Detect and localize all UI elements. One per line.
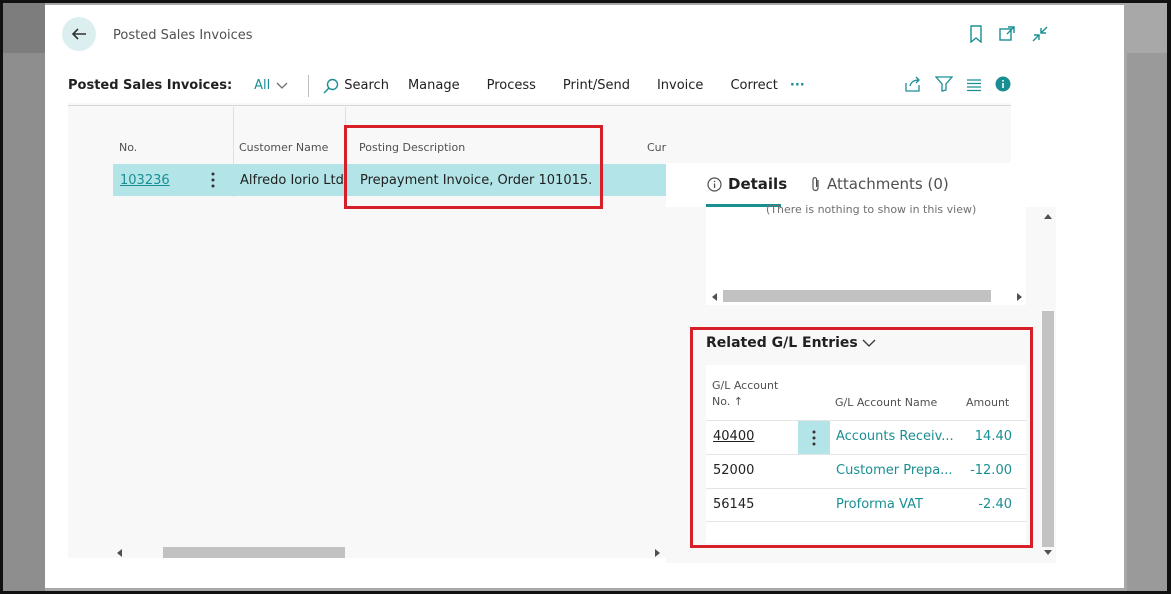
scroll-left-arrow-icon	[117, 549, 122, 557]
page-title: Posted Sales Invoices	[113, 28, 253, 43]
column-header-no[interactable]: No.	[119, 141, 137, 154]
scrollbar-thumb[interactable]	[163, 547, 345, 558]
list-view-button[interactable]	[966, 77, 982, 96]
tab-details[interactable]: Details	[707, 175, 787, 193]
scroll-right-arrow-icon	[655, 549, 660, 557]
open-in-new-window-icon	[999, 26, 1015, 41]
scroll-right-arrow-icon	[1017, 293, 1022, 301]
empty-view-message: (There is nothing to show in this view)	[766, 203, 977, 216]
more-options-button[interactable]: ···	[790, 78, 805, 93]
back-button[interactable]	[62, 17, 96, 51]
info-outline-icon	[707, 176, 722, 192]
vertical-ellipsis-icon	[211, 172, 215, 188]
share-icon	[905, 76, 920, 92]
tab-details-label: Details	[728, 175, 788, 193]
highlight-posting-description	[344, 125, 603, 209]
list-icon	[967, 78, 981, 91]
collapse-button[interactable]	[1031, 25, 1049, 47]
invoice-menu[interactable]: Invoice	[657, 78, 703, 93]
details-horizontal-scrollbar[interactable]	[706, 289, 1026, 303]
scroll-down-arrow-icon	[1044, 550, 1052, 555]
print-send-menu[interactable]: Print/Send	[563, 78, 630, 93]
share-button[interactable]	[904, 76, 922, 96]
invoice-number-link[interactable]: 103236	[120, 173, 170, 188]
bookmark-icon	[970, 25, 982, 44]
open-new-window-button[interactable]	[998, 25, 1016, 47]
process-menu[interactable]: Process	[487, 78, 536, 93]
background-left-lower	[3, 53, 45, 591]
search-button[interactable]: Search	[323, 78, 389, 94]
collapse-icon	[1032, 26, 1048, 42]
paperclip-icon	[812, 177, 819, 192]
scroll-left-arrow-icon	[712, 293, 717, 301]
correct-menu[interactable]: Correct	[730, 78, 777, 93]
scrollbar-thumb[interactable]	[723, 290, 991, 302]
details-panel: (There is nothing to show in this view)	[706, 203, 1026, 305]
view-selector[interactable]: All	[254, 78, 288, 93]
row-actions-button[interactable]	[211, 172, 215, 192]
column-header-currency[interactable]: Cur	[647, 141, 666, 154]
actionbar-divider	[308, 74, 310, 97]
tab-attachments[interactable]: Attachments (0)	[811, 175, 949, 193]
scroll-up-arrow-icon	[1044, 214, 1052, 219]
tab-attachments-label: Attachments (0)	[827, 175, 949, 193]
column-header-customer-name[interactable]: Customer Name	[239, 141, 328, 154]
actionbar-caption: Posted Sales Invoices:	[68, 78, 233, 93]
manage-menu[interactable]: Manage	[408, 78, 460, 93]
action-bar: Posted Sales Invoices: All Search Manage…	[68, 66, 1011, 106]
highlight-related-gl-entries	[690, 327, 1033, 548]
chevron-down-icon	[276, 82, 288, 89]
filter-button[interactable]	[934, 76, 954, 96]
bookmark-button[interactable]	[968, 25, 984, 47]
view-selector-label: All	[254, 78, 271, 93]
info-icon	[995, 76, 1011, 92]
filter-icon	[934, 76, 954, 92]
factbox-vertical-scrollbar[interactable]	[1040, 207, 1056, 563]
customer-name-cell: Alfredo Iorio Ltd	[240, 173, 344, 188]
scrollbar-thumb[interactable]	[1042, 311, 1054, 547]
arrow-left-icon	[71, 28, 86, 40]
search-label: Search	[344, 78, 389, 93]
search-icon	[323, 78, 339, 93]
info-button[interactable]	[995, 76, 1011, 96]
background-right	[1127, 53, 1167, 591]
factbox-tabs: Details Attachments (0)	[666, 163, 1056, 207]
horizontal-scrollbar[interactable]	[113, 545, 666, 559]
